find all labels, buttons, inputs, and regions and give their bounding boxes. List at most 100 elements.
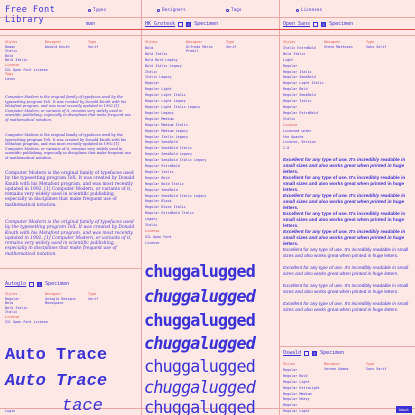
sample-text: Auto Trace [5,346,108,365]
divider [141,0,142,415]
designer-value[interactable]: Autoglo Designs Monospace [45,297,83,306]
sample-paragraph: Computer Modern is the original family o… [5,95,131,122]
style-box-icon[interactable]: S [321,21,327,27]
designer-value[interactable]: Steve Matteson [324,45,353,50]
font-meta-designer: Designer Autoglo Designs Monospace [45,292,83,306]
font-meta-type: Type Sans Serif [366,362,386,371]
font-name: HK Grotesk [145,21,176,27]
sample-paragraph: Excellent for any type of use. It's incr… [283,211,406,228]
specimen-link[interactable]: Specimen [45,281,69,287]
nav-licenses[interactable]: Licenses [296,8,322,13]
radio-icon [157,9,160,12]
style-box-icon[interactable]: S [37,281,43,287]
divider [279,346,415,347]
select-box-icon[interactable] [29,281,35,287]
nav-label: Types [93,8,107,13]
nav-designers[interactable]: Designers [157,8,186,13]
tag-value[interactable]: Latex [5,77,48,82]
sample-paragraph: Computer Modern is the original family o… [5,171,135,208]
designer-value[interactable]: Vernon Adams [324,367,349,372]
site-title[interactable]: Free Font Library [5,5,55,25]
nav-label: Designers [162,8,186,13]
nav-label: Tags [231,8,242,13]
sample-paragraph: Excellent for any type of use. It's incr… [283,301,409,312]
sample-text: Auto Trace [5,372,108,391]
sample-paragraph: Computer Modern is the original family o… [5,133,131,160]
font-title-autoglo[interactable]: Autoglo S Specimen [5,281,69,287]
type-value[interactable]: Serif [226,45,236,50]
style-list: Styles Italic ExtraBold Bold Italic Light Re… [283,40,324,152]
type-value[interactable]: Sans Serif [366,367,386,372]
divider [0,35,415,36]
radio-icon [296,9,299,12]
nav-types[interactable]: Types [88,8,106,13]
sample-paragraph: Excellent for any type of use. It's incr… [283,229,406,246]
type-value[interactable]: Sans Serif [366,45,386,50]
about-button[interactable]: About [395,406,412,413]
specimen-link[interactable]: Specimen [194,21,218,27]
specimen-link[interactable]: Specimen [329,21,353,27]
sample-paragraph: Excellent for any type of use. It's incr… [283,193,406,210]
login-link[interactable]: Login [3,408,17,413]
sample-paragraph: Excellent for any type of use. It's incr… [283,265,409,276]
sample-paragraph: Excellent for any type of use. It's incr… [283,283,409,294]
sample-paragraph: Computer Modern is the original family o… [5,220,135,257]
select-box-icon[interactable] [304,350,310,356]
style-item[interactable]: Regular ExtraLight [283,386,320,392]
font-title-oswald[interactable]: Oswald S Specimen [283,350,344,356]
nav-label: Licenses [301,8,323,13]
site-title-line1: Free Font [5,5,56,15]
sample-text: chuggalugged [144,378,256,398]
style-box-icon[interactable]: S [312,350,318,356]
sample-text: chuggalugged [144,398,256,415]
font-meta-designer: Designer Alfredo Marco Pradil [186,40,222,54]
font-meta-type: Type Serif [88,40,98,49]
font-meta-designer: Designer Vernon Adams [324,362,349,371]
font-title-open-sans[interactable]: Open Sans S Specimen [283,21,353,27]
font-title-hk-grotesk[interactable]: HK Grotesk S Specimen [145,21,218,27]
font-name: Oswald [283,350,302,356]
style-item[interactable]: 2.0 [283,146,324,152]
sample-paragraph: Excellent for any type of use. It's incr… [283,247,409,258]
nav-tags[interactable]: Tags [226,8,242,13]
style-item[interactable]: Regular Light Italic Legacy [145,105,206,111]
style-item[interactable]: Regular Light [283,409,320,415]
type-value[interactable]: Serif [88,297,98,302]
font-name: Autoglo [5,281,27,287]
sample-paragraph: Excellent for any type of use. It's incr… [283,157,406,174]
style-list: Styles Bold Bold Italic Bold Bold Legacy Bol… [145,40,206,247]
radio-icon [226,9,229,12]
font-meta-type: Type Serif [226,40,236,49]
divider [279,0,280,415]
sample-text: chuggalugged [144,287,256,307]
style-box-icon[interactable]: S [186,21,192,27]
font-name: Open Sans [283,21,311,27]
sample-text: chuggalugged [144,311,256,331]
sample-text: tace [62,397,103,415]
specimen-link[interactable]: Specimen [320,350,344,356]
font-name: man [86,21,96,27]
divider [0,268,141,269]
designer-value[interactable]: Donald Knuth [45,45,70,50]
font-meta-styles: Styles Regular Bold Bold Italic Italic L… [5,292,48,324]
font-title-partial[interactable]: man [86,21,95,27]
sample-text: chuggalugged [144,357,256,377]
select-box-icon[interactable] [313,21,319,27]
style-list: Styles Regular Regular Bold Regular Light Re… [283,362,320,415]
select-box-icon[interactable] [178,21,184,27]
designer-value[interactable]: Alfredo Marco Pradil [186,45,222,54]
font-meta-designer: Designer Steve Matteson [324,40,353,49]
radio-icon [88,9,91,12]
divider [0,29,415,30]
font-meta-type: Type Sans Serif [366,40,386,49]
sample-text: chuggalugged [144,262,256,282]
font-meta-designer: Designer Donald Knuth [45,40,70,49]
license-value[interactable]: SIL Open Font License [5,320,48,325]
site-title-line2: Library [5,15,45,25]
sample-text: chuggalugged [144,334,256,354]
font-meta-styles: Styles Roman Italic Bold Bold Italic Lic… [5,40,48,81]
style-item[interactable]: License [145,241,206,247]
divider [0,17,415,18]
type-value[interactable]: Serif [88,45,98,50]
sample-paragraph: Excellent for any type of use. It's incr… [283,175,406,192]
